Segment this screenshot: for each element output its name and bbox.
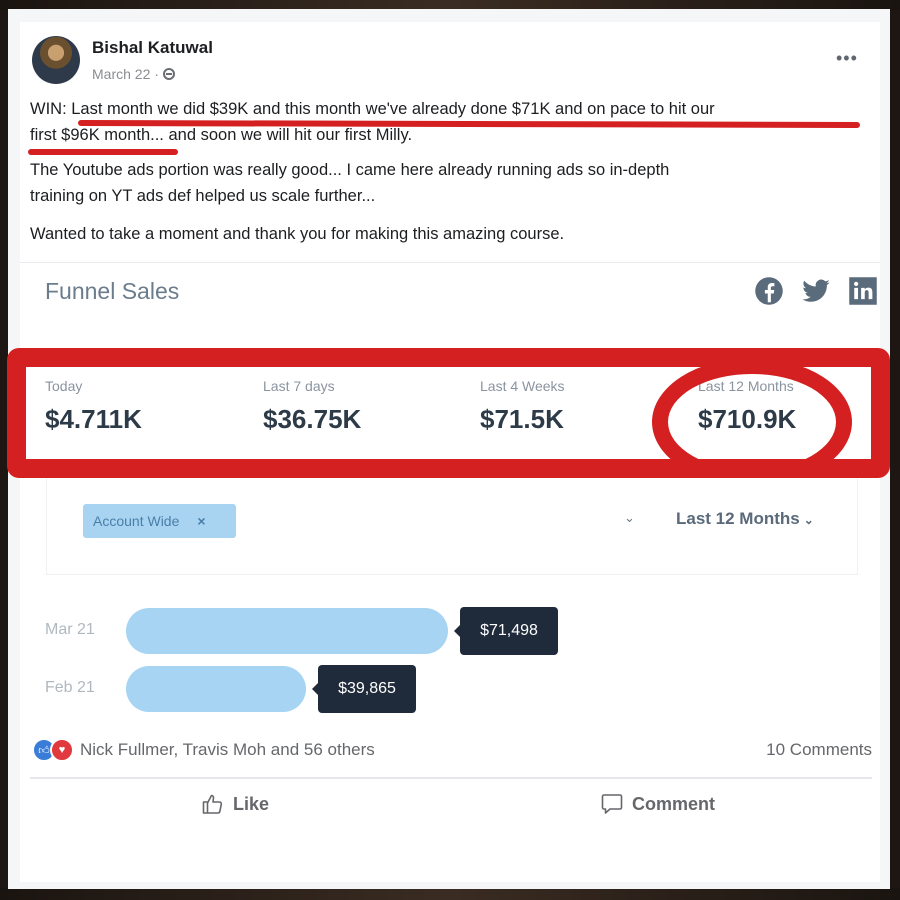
period-label: Last 12 Months — [676, 509, 800, 528]
post-text-line: The Youtube ads portion was really good.… — [30, 161, 670, 179]
twitter-icon[interactable] — [801, 276, 831, 306]
like-label: Like — [233, 793, 270, 814]
post-text-line: training on YT ads def helped us scale f… — [30, 187, 376, 205]
thumbs-up-icon — [202, 794, 223, 814]
author-avatar[interactable] — [32, 36, 80, 84]
linkedin-icon[interactable] — [848, 276, 878, 306]
comment-label: Comment — [632, 793, 716, 814]
tag-label: Account Wide — [93, 513, 180, 529]
post-text-line: first $96K month... and soon we will hit… — [30, 126, 413, 144]
post-date[interactable]: March 22 — [92, 66, 150, 82]
reactions-summary[interactable]: 👍︎ ♥ Nick Fullmer, Travis Moh and 56 oth… — [32, 738, 375, 762]
facebook-icon[interactable] — [754, 276, 784, 306]
more-options-button[interactable]: ••• — [836, 48, 858, 69]
post-text-line: WIN: Last month we did $39K and this mon… — [30, 100, 715, 118]
bar-value-tooltip: $39,865 — [312, 665, 416, 713]
reactions-text[interactable]: Nick Fullmer, Travis Moh and 56 others — [80, 740, 375, 760]
bar-value-tooltip: $71,498 — [454, 607, 558, 655]
bar-category-label: Mar 21 — [45, 621, 95, 638]
author-name[interactable]: Bishal Katuwal — [92, 38, 213, 58]
globe-icon — [163, 68, 176, 80]
red-circle-annotation — [652, 358, 852, 486]
account-wide-tag[interactable]: Account Wide × — [83, 504, 236, 538]
bar-category-label: Feb 21 — [45, 679, 95, 696]
period-dropdown[interactable]: Last 12 Months ⌄ — [676, 509, 814, 529]
divider — [30, 777, 872, 779]
meta-separator: · — [154, 66, 160, 82]
chevron-down-icon: ⌄ — [803, 513, 814, 527]
dashboard-title: Funnel Sales — [45, 278, 180, 304]
red-underline-annotation — [28, 149, 178, 155]
post-meta: March 22 · — [92, 66, 176, 82]
comments-count[interactable]: 10 Comments — [766, 740, 872, 760]
chevron-down-icon[interactable]: ⌄ — [624, 510, 635, 526]
comment-button[interactable]: Comment — [600, 792, 715, 816]
close-icon[interactable]: × — [197, 513, 205, 529]
bar[interactable] — [126, 666, 306, 712]
background-bottom — [0, 888, 900, 900]
post-text-line: Wanted to take a moment and thank you fo… — [30, 225, 565, 243]
love-reaction-icon: ♥ — [50, 738, 74, 762]
comment-bubble-icon — [601, 794, 623, 814]
like-button[interactable]: Like — [201, 792, 269, 816]
bar[interactable] — [126, 608, 448, 654]
